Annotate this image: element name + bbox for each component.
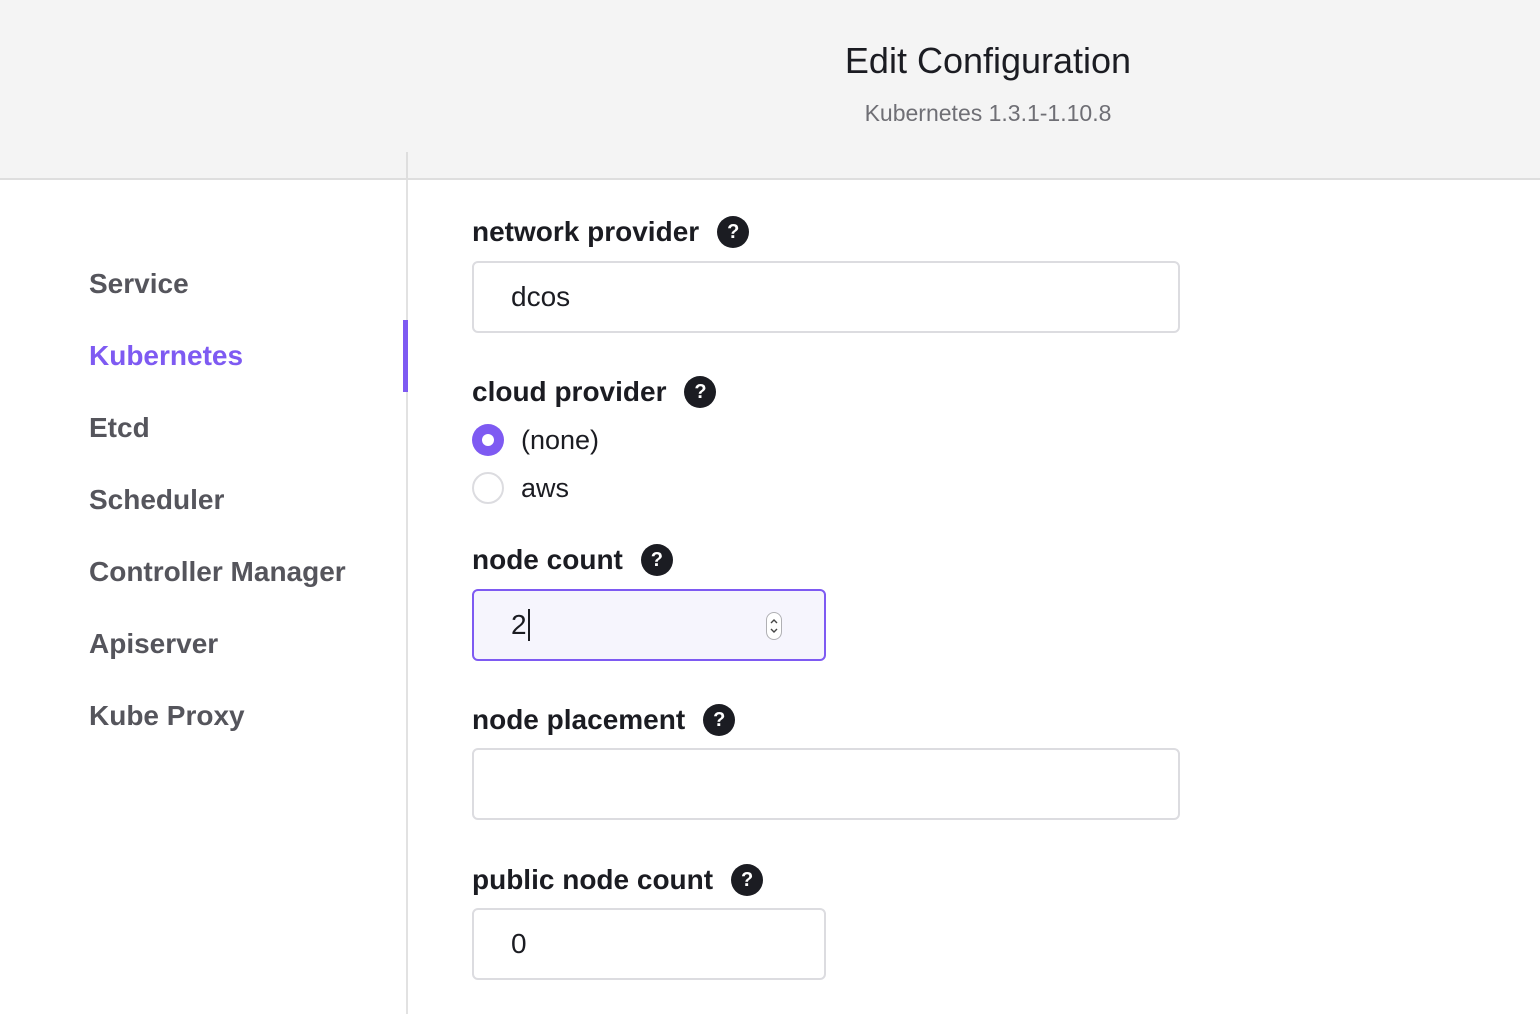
help-icon[interactable]: ?: [703, 704, 736, 736]
sidebar-item-scheduler[interactable]: Scheduler: [89, 464, 407, 536]
node-count-label-text: node count: [472, 544, 623, 575]
node-count-input[interactable]: 2: [472, 589, 826, 661]
page-header: Edit Configuration Kubernetes 1.3.1-1.10…: [0, 0, 1540, 180]
help-icon[interactable]: ?: [717, 216, 750, 248]
sidebar-item-etcd[interactable]: Etcd: [89, 392, 407, 464]
help-icon[interactable]: ?: [684, 376, 717, 408]
number-stepper-icon[interactable]: [766, 612, 782, 640]
node-placement-label: node placement ?: [472, 704, 736, 736]
node-count-value: 2: [511, 609, 527, 640]
public-node-count-label-text: public node count: [472, 864, 714, 895]
page-subtitle: Kubernetes 1.3.1-1.10.8: [864, 100, 1112, 126]
sidebar-item-kubernetes[interactable]: Kubernetes: [89, 320, 407, 392]
public-node-count-input[interactable]: 0: [472, 908, 826, 980]
public-node-count-value: 0: [511, 928, 527, 959]
text-caret: [527, 609, 530, 641]
radio-label: aws: [521, 472, 570, 503]
network-provider-label-text: network provider: [472, 216, 700, 247]
radio-label: (none): [521, 424, 600, 455]
sidebar: Service Kubernetes Etcd Scheduler Contro…: [0, 180, 408, 1014]
node-placement-label-text: node placement: [472, 704, 686, 735]
cloud-provider-label-text: cloud provider: [472, 376, 667, 407]
cloud-provider-label: cloud provider ?: [472, 376, 717, 408]
network-provider-value: dcos: [511, 281, 571, 312]
header-divider: [406, 152, 408, 180]
radio-unchecked-icon[interactable]: [472, 472, 504, 504]
page-title: Edit Configuration: [844, 40, 1132, 81]
help-icon[interactable]: ?: [731, 864, 764, 896]
cloud-provider-option-none[interactable]: (none): [472, 420, 599, 460]
node-count-label: node count ?: [472, 544, 673, 576]
radio-checked-icon[interactable]: [472, 424, 504, 456]
sidebar-item-apiserver[interactable]: Apiserver: [89, 608, 407, 680]
sidebar-item-kube-proxy[interactable]: Kube Proxy: [89, 680, 407, 752]
config-form: network provider ? dcos cloud provider ?…: [408, 180, 1540, 1014]
help-icon[interactable]: ?: [640, 544, 673, 576]
node-placement-input[interactable]: [472, 748, 1180, 820]
sidebar-item-controller-manager[interactable]: Controller Manager: [89, 536, 407, 608]
network-provider-input[interactable]: dcos: [472, 261, 1180, 333]
cloud-provider-option-aws[interactable]: aws: [472, 468, 569, 508]
sidebar-item-service[interactable]: Service: [89, 248, 407, 320]
public-node-count-label: public node count ?: [472, 864, 764, 896]
network-provider-label: network provider ?: [472, 216, 750, 248]
